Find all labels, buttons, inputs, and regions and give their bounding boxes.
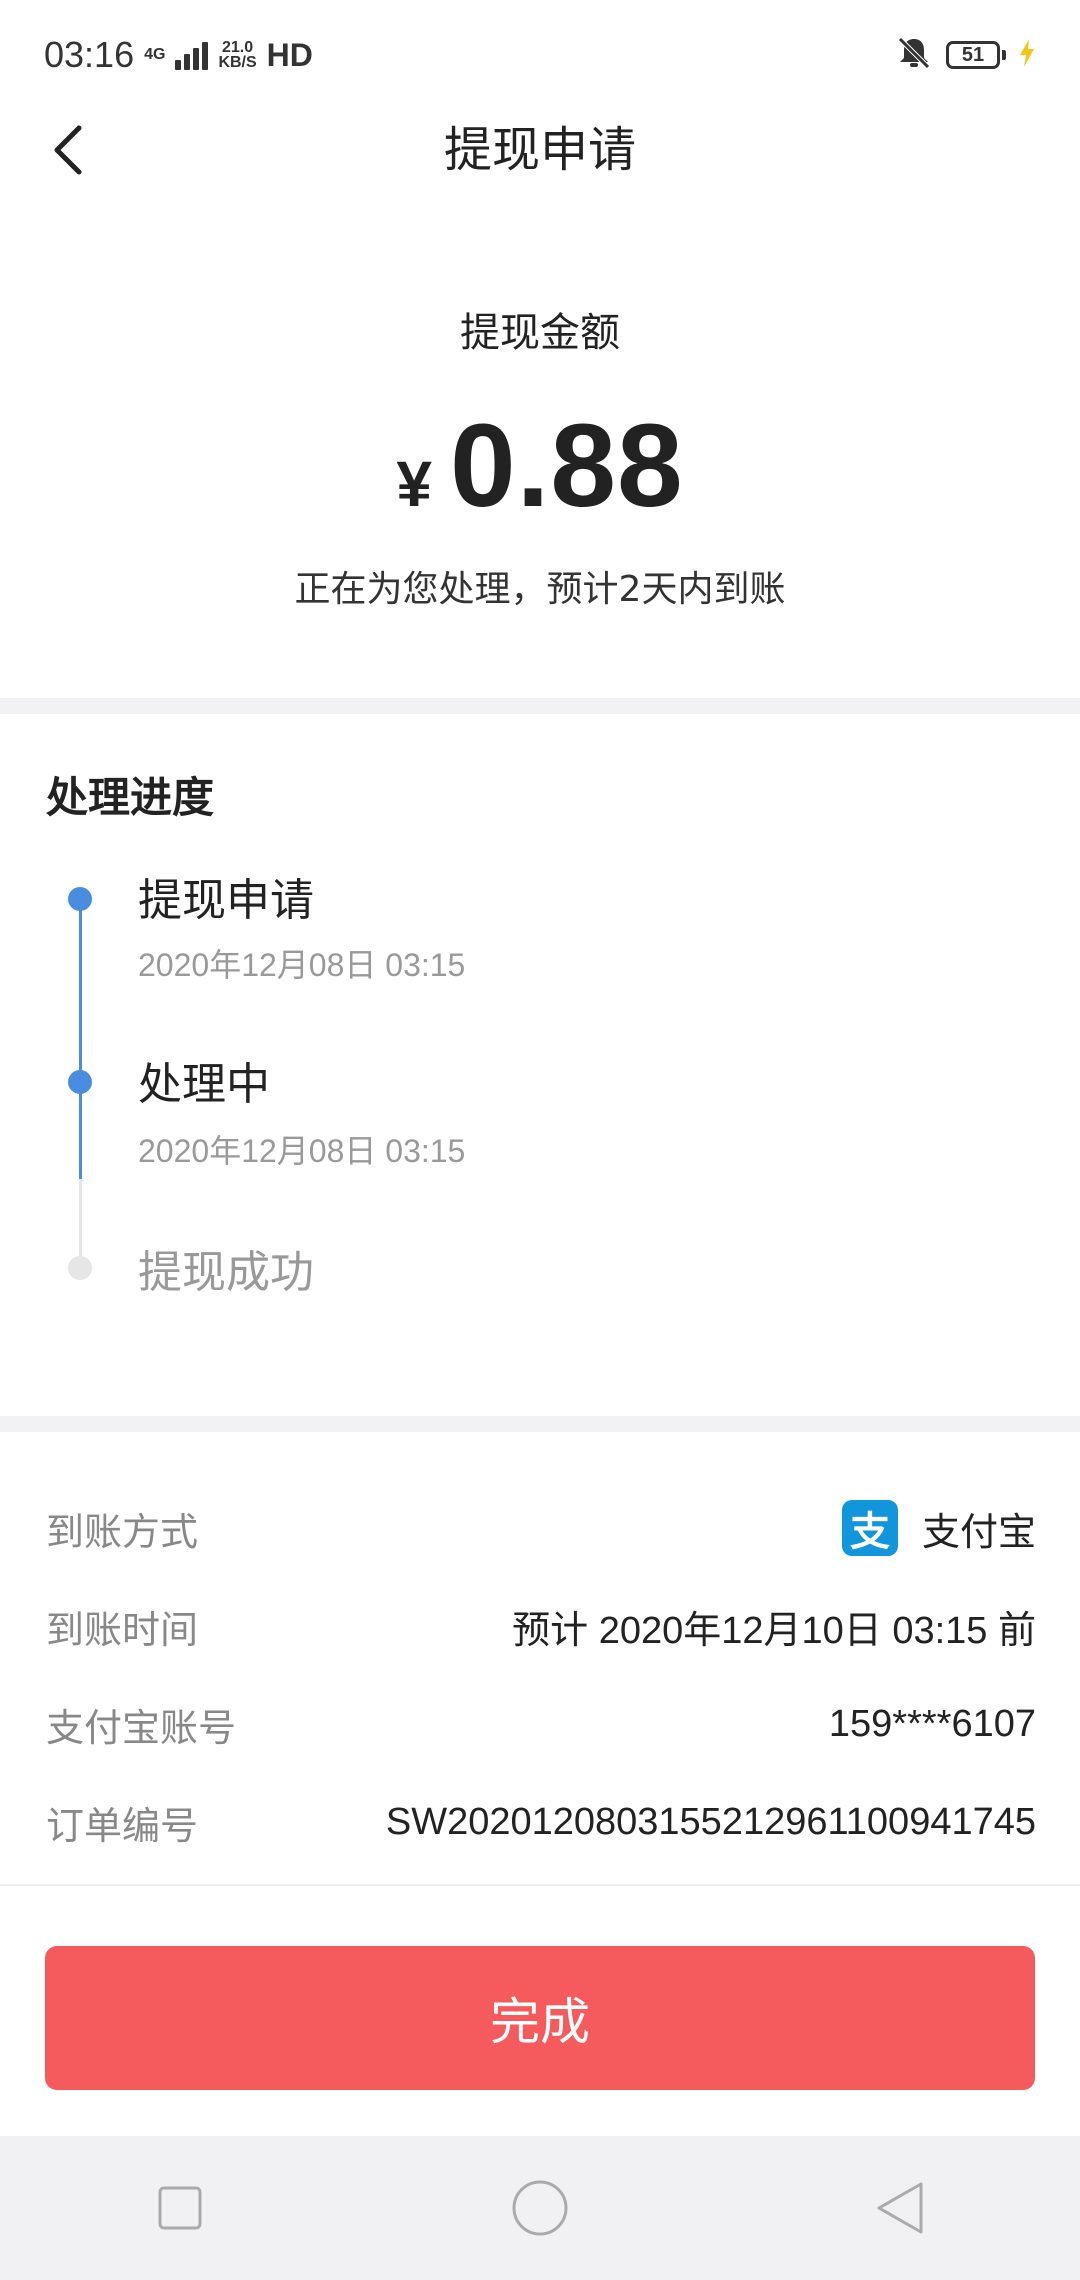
- detail-label: 到账方式: [46, 1509, 199, 1554]
- step-title-2: 处理中: [138, 1059, 270, 1110]
- detail-value: 支 支付宝: [841, 1500, 1036, 1556]
- chevron-left-icon: [54, 125, 82, 175]
- status-time: 03:16: [44, 34, 135, 75]
- battery-icon: 51: [946, 41, 1000, 69]
- timeline-line-inactive: [79, 1179, 82, 1259]
- amount-value: 0.88: [449, 400, 684, 532]
- detail-row-account: 支付宝账号 159****6107: [46, 1694, 1036, 1754]
- currency-symbol: ¥: [396, 448, 432, 520]
- recent-apps-button[interactable]: [140, 2168, 220, 2248]
- battery-level: 51: [961, 43, 985, 66]
- network-type: 4G: [144, 46, 166, 63]
- timeline-dot-3: [68, 1256, 92, 1280]
- amount-row: ¥0.88: [0, 398, 1080, 534]
- page-title: 提现申请: [443, 122, 636, 178]
- timeline-dot-2: [68, 1070, 92, 1094]
- status-left: 03:16 4G 21.0 KB/S HD: [44, 34, 313, 76]
- timeline-line-active: [79, 899, 82, 1179]
- detail-value: SW2020120803155212961100941745: [385, 1800, 1036, 1843]
- detail-row-method: 到账方式 支 支付宝: [46, 1498, 1036, 1558]
- hd-indicator: HD: [266, 36, 313, 73]
- system-nav-bar: [0, 2136, 1080, 2280]
- status-bar: 03:16 4G 21.0 KB/S HD 51: [0, 0, 1080, 110]
- step-title-3: 提现成功: [138, 1247, 314, 1298]
- step-time-1: 2020年12月08日 03:15: [138, 947, 466, 983]
- detail-label: 订单编号: [46, 1803, 199, 1848]
- detail-label: 支付宝账号: [46, 1705, 237, 1750]
- alipay-icon: 支: [841, 1500, 898, 1556]
- nav-header: 提现申请: [0, 110, 1080, 190]
- progress-title: 处理进度: [46, 773, 215, 822]
- divider: [0, 1884, 1080, 1886]
- back-button[interactable]: [38, 120, 98, 180]
- charging-icon: [1018, 39, 1036, 71]
- home-button[interactable]: [500, 2168, 580, 2248]
- step-title-1: 提现申请: [138, 875, 314, 926]
- amount-note: 正在为您处理，预计2天内到账: [294, 569, 786, 610]
- battery-cap: [1002, 50, 1006, 60]
- amount-label: 提现金额: [460, 310, 620, 356]
- payment-method: 支付宝: [921, 1511, 1036, 1554]
- timeline-dot-1: [68, 887, 92, 911]
- circle-icon: [512, 2180, 568, 2236]
- detail-row-time: 到账时间 预计 2020年12月10日 03:15 前: [46, 1596, 1036, 1656]
- back-nav-button[interactable]: [860, 2168, 940, 2248]
- done-button[interactable]: 完成: [45, 1946, 1035, 2090]
- detail-value: 预计 2020年12月10日 03:15 前: [512, 1609, 1036, 1652]
- detail-label: 到账时间: [46, 1607, 199, 1652]
- network-speed: 21.0 KB/S: [218, 40, 257, 71]
- mute-vibrate-icon: [894, 35, 934, 75]
- section-divider: [0, 1416, 1080, 1432]
- signal-icon: [175, 40, 209, 70]
- detail-value: 159****6107: [828, 1702, 1036, 1745]
- details-list: 到账方式 支 支付宝 到账时间 预计 2020年12月10日 03:15 前 支…: [0, 1432, 1080, 1882]
- amount-section: 提现金额 ¥0.88 正在为您处理，预计2天内到账: [0, 190, 1080, 698]
- status-right: 51: [894, 35, 1036, 75]
- network-speed-unit: KB/S: [218, 54, 257, 71]
- step-time-2: 2020年12月08日 03:15: [138, 1133, 466, 1169]
- section-divider: [0, 698, 1080, 714]
- detail-row-order: 订单编号 SW2020120803155212961100941745: [46, 1792, 1036, 1852]
- triangle-back-icon: [877, 2182, 923, 2234]
- square-icon: [158, 2186, 202, 2230]
- progress-section: 处理进度 提现申请 2020年12月08日 03:15 处理中 2020年12月…: [0, 714, 1080, 1416]
